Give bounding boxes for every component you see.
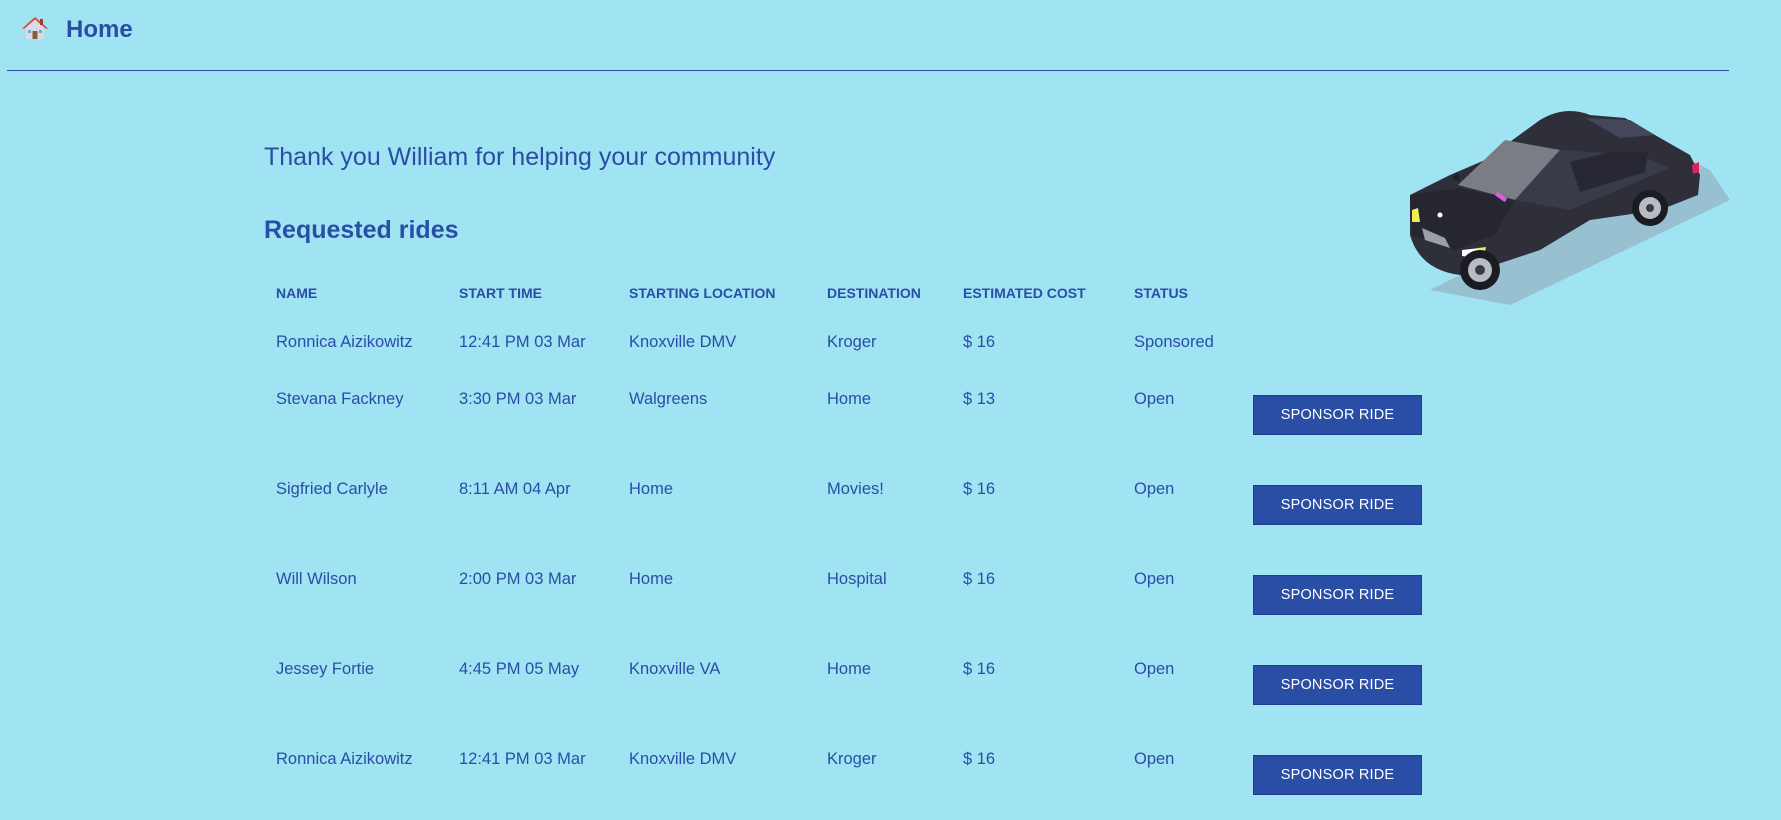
- cell-estimated-cost: $ 16: [963, 750, 996, 768]
- sponsor-ride-button[interactable]: SPONSOR RIDE: [1253, 665, 1422, 705]
- requested-rides-table: NAME START TIME STARTING LOCATION DESTIN…: [264, 272, 1434, 820]
- cell-destination: Kroger: [827, 332, 877, 351]
- column-header-start-time: START TIME: [459, 285, 542, 301]
- home-icon[interactable]: [21, 14, 49, 42]
- cell-name: Ronnica Aizikowitz: [276, 750, 413, 768]
- cell-start-time: 8:11 AM 04 Apr: [459, 480, 571, 498]
- cell-estimated-cost: $ 13: [963, 390, 996, 408]
- column-header-destination: DESTINATION: [827, 285, 921, 301]
- cell-status: Open: [1134, 750, 1175, 768]
- cell-starting-location: Home: [629, 570, 674, 588]
- cell-action: SPONSOR RIDE: [1241, 460, 1434, 550]
- cell-starting-location: Walgreens: [629, 390, 708, 408]
- cell-estimated-cost: $ 16: [963, 480, 996, 498]
- column-header-name: NAME: [276, 285, 318, 301]
- table-row: Ronnica Aizikowitz 12:41 PM 03 Mar Knoxv…: [264, 314, 1434, 370]
- cell-destination: Home: [827, 660, 872, 678]
- table-row: Stevana Fackney 3:30 PM 03 Mar Walgreens…: [264, 370, 1434, 460]
- cell-starting-location: Knoxville VA: [629, 660, 721, 678]
- sponsor-ride-button[interactable]: SPONSOR RIDE: [1253, 575, 1422, 615]
- cell-destination: Hospital: [827, 570, 887, 588]
- cell-action: SPONSOR RIDE: [1241, 640, 1434, 730]
- table-row: Jessey Fortie 4:45 PM 05 May Knoxville V…: [264, 640, 1434, 730]
- cell-start-time: 3:30 PM 03 Mar: [459, 390, 577, 408]
- cell-start-time: 4:45 PM 05 May: [459, 660, 580, 678]
- cell-status: Open: [1134, 480, 1175, 498]
- cell-estimated-cost: $ 16: [963, 660, 996, 678]
- cell-status: Sponsored: [1134, 332, 1214, 351]
- cell-estimated-cost: $ 16: [963, 332, 996, 351]
- greeting-text: Thank you William for helping your commu…: [264, 143, 776, 171]
- cell-action: [1241, 314, 1434, 370]
- sponsor-ride-button[interactable]: SPONSOR RIDE: [1253, 755, 1422, 795]
- cell-status: Open: [1134, 660, 1175, 678]
- cell-estimated-cost: $ 16: [963, 570, 996, 588]
- table-header-row: NAME START TIME STARTING LOCATION DESTIN…: [264, 272, 1434, 314]
- cell-starting-location: Knoxville DMV: [629, 750, 737, 768]
- sponsor-ride-button[interactable]: SPONSOR RIDE: [1253, 485, 1422, 525]
- cell-name: Will Wilson: [276, 570, 357, 588]
- cell-action: SPONSOR RIDE: [1241, 370, 1434, 460]
- cell-starting-location: Knoxville DMV: [629, 332, 737, 351]
- cell-start-time: 2:00 PM 03 Mar: [459, 570, 577, 588]
- cell-action: SPONSOR RIDE: [1241, 550, 1434, 640]
- cell-name: Ronnica Aizikowitz: [276, 332, 413, 351]
- cell-destination: Movies!: [827, 480, 884, 498]
- cell-status: Open: [1134, 570, 1175, 588]
- table-row: Will Wilson 2:00 PM 03 Mar Home Hospital…: [264, 550, 1434, 640]
- column-header-action: [1241, 272, 1434, 314]
- page-title: Home: [66, 16, 133, 43]
- table-row: Sigfried Carlyle 8:11 AM 04 Apr Home Mov…: [264, 460, 1434, 550]
- cell-destination: Kroger: [827, 750, 877, 768]
- cell-name: Stevana Fackney: [276, 390, 404, 408]
- table-row: Ronnica Aizikowitz 12:41 PM 03 Mar Knoxv…: [264, 730, 1434, 820]
- car-illustration: [1410, 111, 1730, 305]
- sponsor-ride-button[interactable]: SPONSOR RIDE: [1253, 395, 1422, 435]
- cell-destination: Home: [827, 390, 872, 408]
- cell-name: Jessey Fortie: [276, 660, 375, 678]
- cell-start-time: 12:41 PM 03 Mar: [459, 750, 586, 768]
- cell-start-time: 12:41 PM 03 Mar: [459, 332, 586, 351]
- column-header-starting-location: STARTING LOCATION: [629, 285, 776, 301]
- column-header-estimated-cost: ESTIMATED COST: [963, 285, 1086, 301]
- cell-name: Sigfried Carlyle: [276, 480, 388, 498]
- section-title: Requested rides: [264, 216, 459, 244]
- cell-action: SPONSOR RIDE: [1241, 730, 1434, 820]
- cell-status: Open: [1134, 390, 1175, 408]
- cell-starting-location: Home: [629, 480, 674, 498]
- top-header: Home: [7, 0, 1729, 71]
- column-header-status: STATUS: [1134, 285, 1188, 301]
